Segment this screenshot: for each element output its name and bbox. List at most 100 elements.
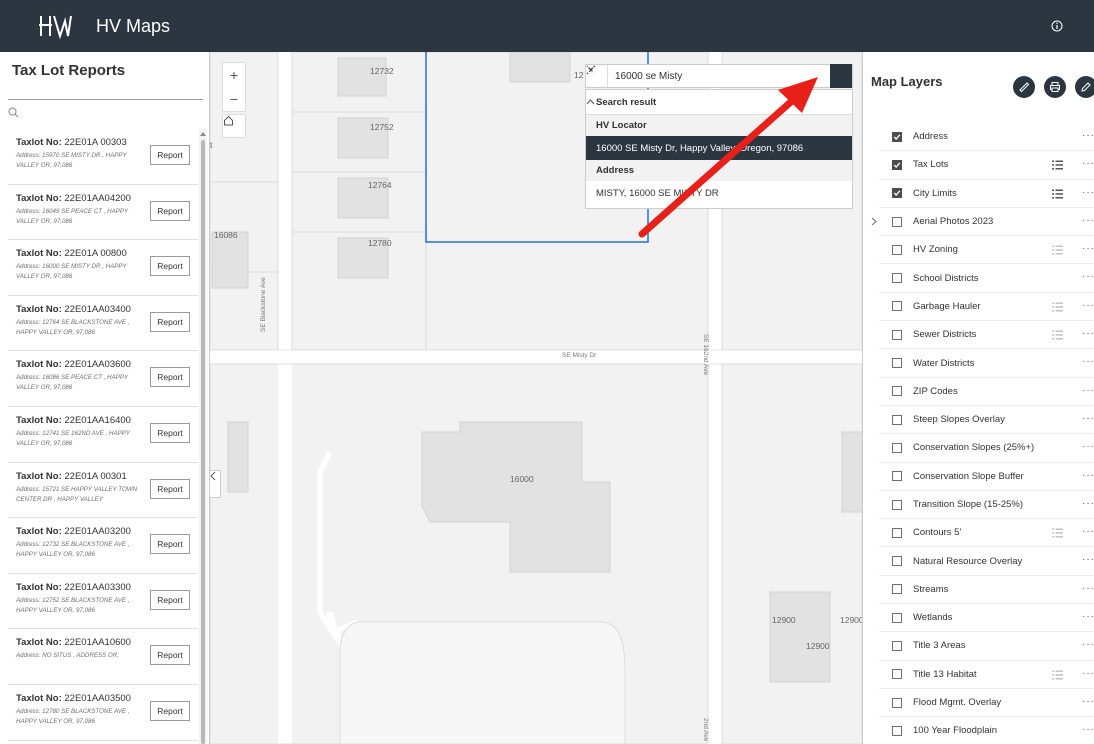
- more-options-icon[interactable]: ···: [1082, 215, 1094, 226]
- layer-checkbox[interactable]: [892, 442, 902, 453]
- legend-icon[interactable]: [1052, 160, 1063, 170]
- more-options-icon[interactable]: ···: [1082, 470, 1094, 481]
- report-button[interactable]: Report: [150, 534, 190, 555]
- more-options-icon[interactable]: ···: [1082, 413, 1094, 424]
- layer-checkbox[interactable]: [892, 329, 902, 340]
- layer-item[interactable]: Conservation Slope Buffer ···: [879, 463, 1094, 491]
- layer-item[interactable]: HV Zoning ···: [879, 236, 1094, 265]
- more-options-icon[interactable]: ···: [1082, 271, 1094, 282]
- more-options-icon[interactable]: ···: [1082, 639, 1094, 650]
- more-options-icon[interactable]: ···: [1082, 668, 1094, 679]
- layer-item[interactable]: Aerial Photos 2023 ···: [871, 208, 1094, 237]
- search-result-item[interactable]: 16000 SE Misty Dr, Happy Valley, Oregon,…: [586, 136, 852, 160]
- scroll-up-icon[interactable]: [200, 132, 206, 136]
- layer-checkbox[interactable]: [892, 159, 902, 170]
- info-icon[interactable]: [1046, 15, 1068, 37]
- report-button[interactable]: Report: [150, 367, 190, 388]
- more-options-icon[interactable]: ···: [1082, 130, 1094, 141]
- layer-item[interactable]: ZIP Codes ···: [879, 378, 1094, 406]
- layer-checkbox[interactable]: [892, 188, 902, 199]
- report-button[interactable]: Report: [150, 700, 190, 721]
- search-results-header[interactable]: Search result: [586, 90, 852, 115]
- chevron-right-icon[interactable]: [871, 217, 877, 226]
- layer-item[interactable]: Garbage Hauler ···: [879, 293, 1094, 322]
- collapse-panel-button[interactable]: [210, 470, 221, 498]
- layer-checkbox[interactable]: [892, 697, 902, 708]
- legend-icon[interactable]: [1052, 302, 1063, 312]
- report-button[interactable]: Report: [150, 256, 190, 277]
- layer-checkbox[interactable]: [892, 584, 902, 595]
- home-button[interactable]: [222, 114, 246, 138]
- measure-button[interactable]: [1013, 76, 1035, 98]
- report-button[interactable]: Report: [150, 422, 190, 443]
- layer-checkbox[interactable]: [892, 244, 902, 255]
- more-options-icon[interactable]: ···: [1082, 300, 1094, 311]
- layer-checkbox[interactable]: [892, 556, 902, 567]
- layer-item[interactable]: City Limits ···: [879, 180, 1094, 208]
- more-options-icon[interactable]: ···: [1082, 611, 1094, 622]
- layer-checkbox[interactable]: [892, 725, 902, 736]
- more-options-icon[interactable]: ···: [1082, 583, 1094, 594]
- layer-item[interactable]: School Districts ···: [879, 264, 1094, 293]
- clear-search-button[interactable]: [586, 65, 830, 87]
- layer-checkbox[interactable]: [892, 612, 902, 623]
- layer-checkbox[interactable]: [892, 471, 902, 482]
- report-button[interactable]: Report: [150, 645, 190, 666]
- more-options-icon[interactable]: ···: [1082, 696, 1094, 707]
- more-options-icon[interactable]: ···: [1082, 328, 1094, 339]
- search-result-item[interactable]: MISTY, 16000 SE MISTY DR: [586, 181, 852, 205]
- chevron-up-icon[interactable]: [586, 99, 595, 105]
- print-button[interactable]: [1044, 76, 1066, 98]
- layer-item[interactable]: Address ···: [879, 123, 1094, 152]
- tax-lot-search[interactable]: [8, 99, 203, 127]
- layer-checkbox[interactable]: [892, 301, 902, 312]
- more-options-icon[interactable]: ···: [1082, 356, 1094, 367]
- more-options-icon[interactable]: ···: [1082, 441, 1094, 452]
- legend-icon[interactable]: [1052, 670, 1063, 680]
- layer-checkbox[interactable]: [892, 358, 902, 369]
- layer-checkbox[interactable]: [892, 640, 902, 651]
- more-options-icon[interactable]: ···: [1082, 526, 1094, 537]
- layer-item[interactable]: Tax Lots ···: [879, 151, 1094, 180]
- layer-item[interactable]: Water Districts ···: [879, 349, 1094, 378]
- map-search-input[interactable]: 16000 se Misty: [608, 71, 808, 82]
- legend-icon[interactable]: [1052, 189, 1063, 199]
- layer-checkbox[interactable]: [892, 669, 902, 680]
- layer-checkbox[interactable]: [892, 216, 902, 227]
- more-options-icon[interactable]: ···: [1082, 187, 1094, 198]
- layer-item[interactable]: Steep Slopes Overlay ···: [879, 406, 1094, 435]
- zoom-out-button[interactable]: −: [223, 87, 245, 111]
- more-options-icon[interactable]: ···: [1082, 385, 1094, 396]
- scrollbar-thumb[interactable]: [201, 140, 205, 744]
- more-options-icon[interactable]: ···: [1082, 243, 1094, 254]
- report-button[interactable]: Report: [150, 200, 190, 221]
- report-button[interactable]: Report: [150, 478, 190, 499]
- search-button[interactable]: [586, 64, 852, 88]
- tax-lot-search-input[interactable]: [23, 107, 193, 120]
- legend-icon[interactable]: [1052, 528, 1063, 538]
- layer-checkbox[interactable]: [892, 527, 902, 538]
- layer-item[interactable]: Wetlands ···: [879, 604, 1094, 633]
- draw-button[interactable]: [1075, 76, 1094, 98]
- more-options-icon[interactable]: ···: [1082, 498, 1094, 509]
- layer-checkbox[interactable]: [892, 386, 902, 397]
- layer-item[interactable]: Contours 5' ···: [879, 519, 1094, 548]
- layer-checkbox[interactable]: [892, 131, 902, 142]
- map-view[interactable]: 12732 12752 12764 12780 16086 16000 1290…: [210, 52, 862, 744]
- layer-item[interactable]: Sewer Districts ···: [879, 321, 1094, 350]
- layer-item[interactable]: Flood Mgmt. Overlay ···: [879, 689, 1094, 718]
- more-options-icon[interactable]: ···: [1082, 158, 1094, 169]
- layer-checkbox[interactable]: [892, 414, 902, 425]
- layer-item[interactable]: Natural Resource Overlay ···: [879, 547, 1094, 576]
- report-button[interactable]: Report: [150, 589, 190, 610]
- layer-checkbox[interactable]: [892, 273, 902, 284]
- layer-item[interactable]: Title 3 Areas ···: [879, 632, 1094, 661]
- legend-icon[interactable]: [1052, 330, 1063, 340]
- report-button[interactable]: Report: [150, 311, 190, 332]
- more-options-icon[interactable]: ···: [1082, 724, 1094, 735]
- layer-item[interactable]: Title 13 Habitat ···: [879, 661, 1094, 689]
- layer-item[interactable]: 100 Year Floodplain ···: [879, 717, 1094, 744]
- more-options-icon[interactable]: ···: [1082, 554, 1094, 565]
- legend-icon[interactable]: [1052, 245, 1063, 255]
- hv-logo[interactable]: [38, 11, 72, 41]
